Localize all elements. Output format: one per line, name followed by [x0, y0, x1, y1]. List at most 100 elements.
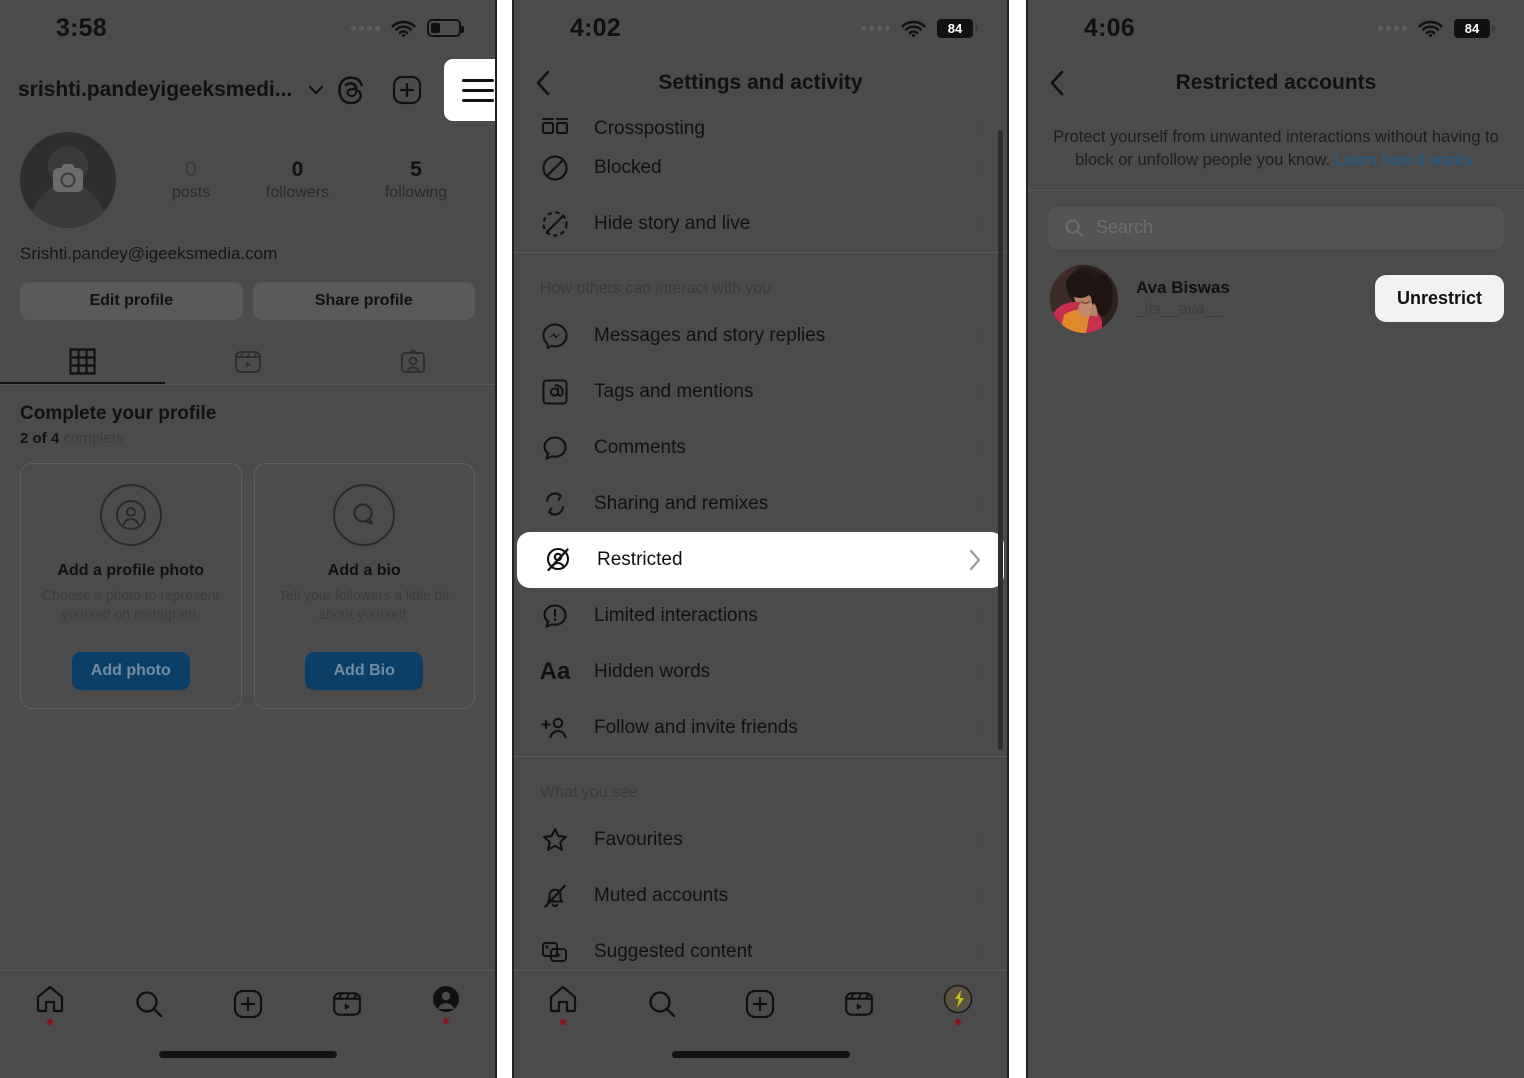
wifi-icon — [1418, 19, 1443, 37]
search-icon — [133, 988, 165, 1020]
settings-row-muted-accounts[interactable]: Muted accounts — [514, 868, 1007, 924]
edit-profile-button[interactable]: Edit profile — [20, 282, 243, 320]
unrestrict-button[interactable]: Unrestrict — [1374, 275, 1504, 323]
home-icon — [547, 983, 579, 1015]
comment-circle-icon — [333, 484, 396, 546]
wifi-icon — [901, 19, 926, 37]
chevron-right-icon — [971, 118, 985, 140]
status-bar: 4:06 84 — [1028, 0, 1524, 56]
settings-row-label: Muted accounts — [594, 885, 729, 906]
nav-home[interactable] — [514, 983, 613, 1025]
settings-row-label: Hidden words — [594, 661, 711, 682]
settings-row-crossposting[interactable]: Crossposting — [514, 110, 1007, 140]
nav-search[interactable] — [613, 988, 712, 1020]
status-indicators: 84 — [1378, 18, 1495, 38]
stat-posts[interactable]: 0 posts — [172, 158, 210, 201]
card-desc: Tell your followers a little bit about y… — [279, 587, 450, 622]
nav-reels[interactable] — [810, 989, 909, 1019]
settings-row-limited-interactions[interactable]: Limited interactions — [514, 588, 1007, 644]
chevron-right-icon — [971, 213, 985, 235]
tab-reels[interactable] — [165, 340, 330, 384]
person-circle-icon — [99, 484, 162, 546]
profile-username[interactable]: srishti.pandeyigeeksmedi... — [18, 78, 292, 102]
learn-how-it-works-link[interactable]: Learn how it works. — [1335, 151, 1477, 169]
settings-row-hide-story-and-live[interactable]: Hide story and live — [514, 196, 1007, 252]
share-profile-button[interactable]: Share profile — [252, 282, 475, 320]
profile-tabs — [0, 340, 495, 385]
card-add-bio[interactable]: Add a bio Tell your followers a little b… — [253, 463, 475, 709]
nav-create[interactable] — [198, 988, 297, 1020]
card-desc: Choose a photo to represent yourself on … — [42, 587, 220, 622]
settings-row-hidden-words[interactable]: Aa Hidden words — [514, 644, 1007, 700]
camera-icon — [53, 164, 83, 192]
settings-row-favourites[interactable]: Favourites — [514, 812, 1007, 868]
profile-avatar[interactable] — [20, 132, 116, 228]
follow-invite-icon — [540, 714, 570, 742]
threads-icon[interactable] — [336, 73, 370, 107]
nav-badge-dot — [442, 1018, 449, 1024]
card-add-profile-photo[interactable]: Add a profile photo Choose a photo to re… — [20, 463, 242, 709]
nav-badge-dot — [46, 1019, 53, 1025]
nav-profile[interactable] — [396, 984, 495, 1024]
stat-value: 5 — [410, 158, 422, 182]
suggested-content-icon — [540, 938, 570, 966]
search-placeholder: Search — [1096, 217, 1154, 238]
settings-row-comments[interactable]: Comments — [514, 420, 1007, 476]
home-icon — [34, 983, 66, 1015]
phone-panel-restricted-accounts: 4:06 84 Restricted accounts Protect your… — [1026, 0, 1524, 1078]
settings-row-follow-and-invite-friends[interactable]: Follow and invite friends — [514, 700, 1007, 756]
status-bar: 4:02 84 — [514, 0, 1007, 56]
settings-row-restricted[interactable]: Restricted — [517, 532, 1004, 588]
stat-label: followers — [265, 183, 330, 201]
section-divider — [514, 756, 1007, 770]
profile-email: Srishti.pandey@igeeksmedia.com — [20, 244, 278, 263]
settings-row-label: Messages and story replies — [594, 325, 826, 346]
settings-row-sharing-and-remixes[interactable]: Sharing and remixes — [514, 476, 1007, 532]
profile-avatar-icon — [942, 983, 974, 1015]
chevron-down-icon[interactable] — [306, 80, 326, 100]
grid-icon — [69, 347, 96, 375]
complete-profile-title: Complete your profile — [20, 403, 217, 424]
avatar[interactable] — [1050, 264, 1118, 333]
stat-following[interactable]: 5 following — [385, 158, 447, 201]
signal-dots-icon — [1378, 25, 1407, 31]
comment-icon — [540, 434, 570, 462]
chevron-right-icon — [971, 885, 985, 907]
settings-row-messages-and-story-replies[interactable]: Messages and story replies — [514, 308, 1007, 364]
settings-row-label: Comments — [594, 437, 686, 458]
tab-tagged[interactable] — [330, 340, 495, 384]
account-name: Ava Biswas — [1136, 278, 1230, 298]
stat-followers[interactable]: 0 followers — [266, 158, 329, 201]
search-input[interactable]: Search — [1048, 206, 1504, 249]
settings-scroll-area[interactable]: Crossposting Blocked Hide story and live… — [514, 110, 1007, 1026]
hamburger-menu-icon[interactable] — [444, 59, 495, 121]
crossposting-icon — [540, 112, 570, 140]
nav-create[interactable] — [711, 988, 810, 1020]
nav-reels[interactable] — [297, 989, 396, 1019]
limited-icon — [540, 602, 570, 630]
nav-search[interactable] — [99, 988, 198, 1020]
nav-home[interactable] — [0, 983, 99, 1025]
restricted-account-row: Ava Biswas _its__ava__ Unrestrict — [1028, 249, 1524, 333]
add-bio-button[interactable]: Add Bio — [305, 651, 424, 690]
stat-group: 0 posts 0 followers 5 following — [116, 158, 475, 201]
settings-row-blocked[interactable]: Blocked — [514, 140, 1007, 196]
settings-row-tags-and-mentions[interactable]: Tags and mentions — [514, 364, 1007, 420]
plus-square-icon[interactable] — [390, 73, 424, 107]
back-chevron-icon[interactable] — [532, 66, 566, 100]
home-indicator — [158, 1051, 337, 1058]
settings-scrollbar[interactable] — [998, 130, 1003, 750]
tab-grid[interactable] — [0, 340, 165, 384]
add-photo-button[interactable]: Add photo — [71, 651, 190, 690]
battery-percent-badge: 84 — [937, 18, 978, 38]
battery-icon — [427, 19, 464, 37]
progress-count: 2 of 4 — [20, 430, 60, 447]
settings-section-heading-interact: How others can interact with you — [540, 280, 772, 297]
phone-panel-settings: 4:02 84 Settings and activity Crossposti… — [512, 0, 1009, 1078]
battery-percent-badge: 84 — [1454, 18, 1495, 38]
restricted-page-title: Restricted accounts — [1175, 71, 1377, 94]
muted-icon — [540, 882, 570, 910]
nav-profile[interactable] — [908, 983, 1007, 1025]
back-chevron-icon[interactable] — [1046, 66, 1080, 100]
status-bar: 3:58 — [0, 0, 495, 56]
